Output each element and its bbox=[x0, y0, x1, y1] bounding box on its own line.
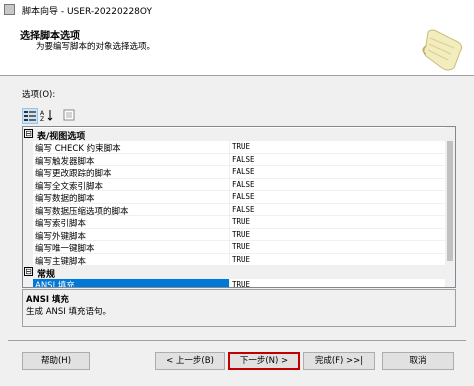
property-row[interactable]: 编写外键脚本 TRUE bbox=[23, 228, 445, 242]
vertical-scrollbar[interactable] bbox=[445, 127, 455, 287]
property-name: ANSI 填充 bbox=[33, 279, 229, 287]
property-value[interactable]: FALSE bbox=[232, 180, 255, 189]
next-button[interactable]: 下一步(N) > bbox=[228, 352, 300, 370]
title-bar: 脚本向导 - USER-20220228OY bbox=[0, 0, 474, 21]
sort-az-icon: A Z bbox=[40, 110, 53, 123]
property-value[interactable]: TRUE bbox=[232, 255, 250, 264]
property-value[interactable]: TRUE bbox=[232, 242, 250, 251]
property-name: 编写数据压缩选项的脚本 bbox=[35, 206, 129, 217]
property-name: 编写数据的脚本 bbox=[35, 194, 95, 204]
property-row-selected[interactable]: ANSI 填充 TRUE bbox=[23, 279, 445, 287]
categorized-icon bbox=[24, 111, 36, 121]
description-panel: ANSI 填充 生成 ANSI 填充语句。 bbox=[22, 289, 456, 327]
description-title: ANSI 填充 bbox=[26, 295, 69, 305]
category-table-view-options[interactable]: ⊟ 表/视图选项 bbox=[23, 128, 445, 142]
property-grid[interactable]: ⊟ 表/视图选项 编写 CHECK 约束脚本 TRUE 编写触发器脚本 FALSE … bbox=[22, 126, 456, 288]
property-value[interactable]: FALSE bbox=[232, 155, 255, 164]
property-value[interactable]: TRUE bbox=[232, 280, 250, 287]
back-button[interactable]: < 上一步(B) bbox=[155, 352, 225, 370]
category-general[interactable]: ⊟ 常规 bbox=[23, 266, 445, 280]
property-pages-icon bbox=[63, 109, 75, 121]
property-name: 编写 CHECK 约束脚本 bbox=[35, 144, 121, 154]
property-value[interactable]: TRUE bbox=[232, 217, 250, 226]
collapse-icon[interactable]: ⊟ bbox=[24, 267, 33, 276]
description-text: 生成 ANSI 填充语句。 bbox=[26, 307, 111, 317]
property-name: 编写外键脚本 bbox=[35, 231, 87, 242]
scroll-graphic-icon bbox=[422, 29, 463, 71]
divider bbox=[8, 340, 466, 341]
property-row[interactable]: 编写数据压缩选项的脚本 FALSE bbox=[23, 203, 445, 217]
property-row[interactable]: 编写全文索引脚本 FALSE bbox=[23, 178, 445, 192]
property-row[interactable]: 编写数据的脚本 FALSE bbox=[23, 191, 445, 204]
property-row[interactable]: 编写触发器脚本 FALSE bbox=[23, 153, 445, 167]
property-row[interactable]: 编写 CHECK 约束脚本 TRUE bbox=[23, 141, 445, 154]
property-value[interactable]: FALSE bbox=[232, 192, 255, 201]
sort-az-button[interactable]: A Z bbox=[40, 108, 56, 124]
collapse-icon[interactable]: ⊟ bbox=[24, 129, 33, 138]
property-row[interactable]: 编写唯一键脚本 TRUE bbox=[23, 241, 445, 254]
page-subtitle: 为要编写脚本的对象选择选项。 bbox=[36, 42, 156, 52]
property-name: 编写全文索引脚本 bbox=[35, 181, 104, 192]
property-name: 编写唯一键脚本 bbox=[35, 244, 95, 254]
property-name: 编写触发器脚本 bbox=[35, 156, 95, 167]
property-name: 编写主键脚本 bbox=[35, 256, 87, 267]
property-value[interactable]: FALSE bbox=[232, 205, 255, 214]
svg-text:Z: Z bbox=[40, 116, 44, 122]
categorized-button[interactable] bbox=[22, 108, 38, 124]
property-row[interactable]: 编写更改跟踪的脚本 FALSE bbox=[23, 166, 445, 179]
property-value[interactable]: TRUE bbox=[232, 230, 250, 239]
property-pages-button[interactable] bbox=[62, 108, 78, 124]
window-title: 脚本向导 - USER-20220228OY bbox=[22, 7, 152, 17]
property-value[interactable]: FALSE bbox=[232, 167, 255, 176]
wizard-header: 选择脚本选项 为要编写脚本的对象选择选项。 bbox=[0, 20, 474, 76]
finish-button[interactable]: 完成(F) >>| bbox=[303, 352, 375, 370]
options-label: 选项(O): bbox=[22, 90, 56, 100]
property-value[interactable]: TRUE bbox=[232, 142, 250, 151]
window-icon bbox=[4, 4, 15, 15]
property-row[interactable]: 编写索引脚本 TRUE bbox=[23, 216, 445, 229]
scrollbar-thumb[interactable] bbox=[447, 141, 453, 261]
help-button[interactable]: 帮助(H) bbox=[22, 352, 90, 370]
property-row[interactable]: 编写主键脚本 TRUE bbox=[23, 253, 445, 267]
property-name: 编写更改跟踪的脚本 bbox=[35, 169, 112, 179]
cancel-button[interactable]: 取消 bbox=[382, 352, 454, 370]
property-name: 编写索引脚本 bbox=[35, 219, 87, 229]
